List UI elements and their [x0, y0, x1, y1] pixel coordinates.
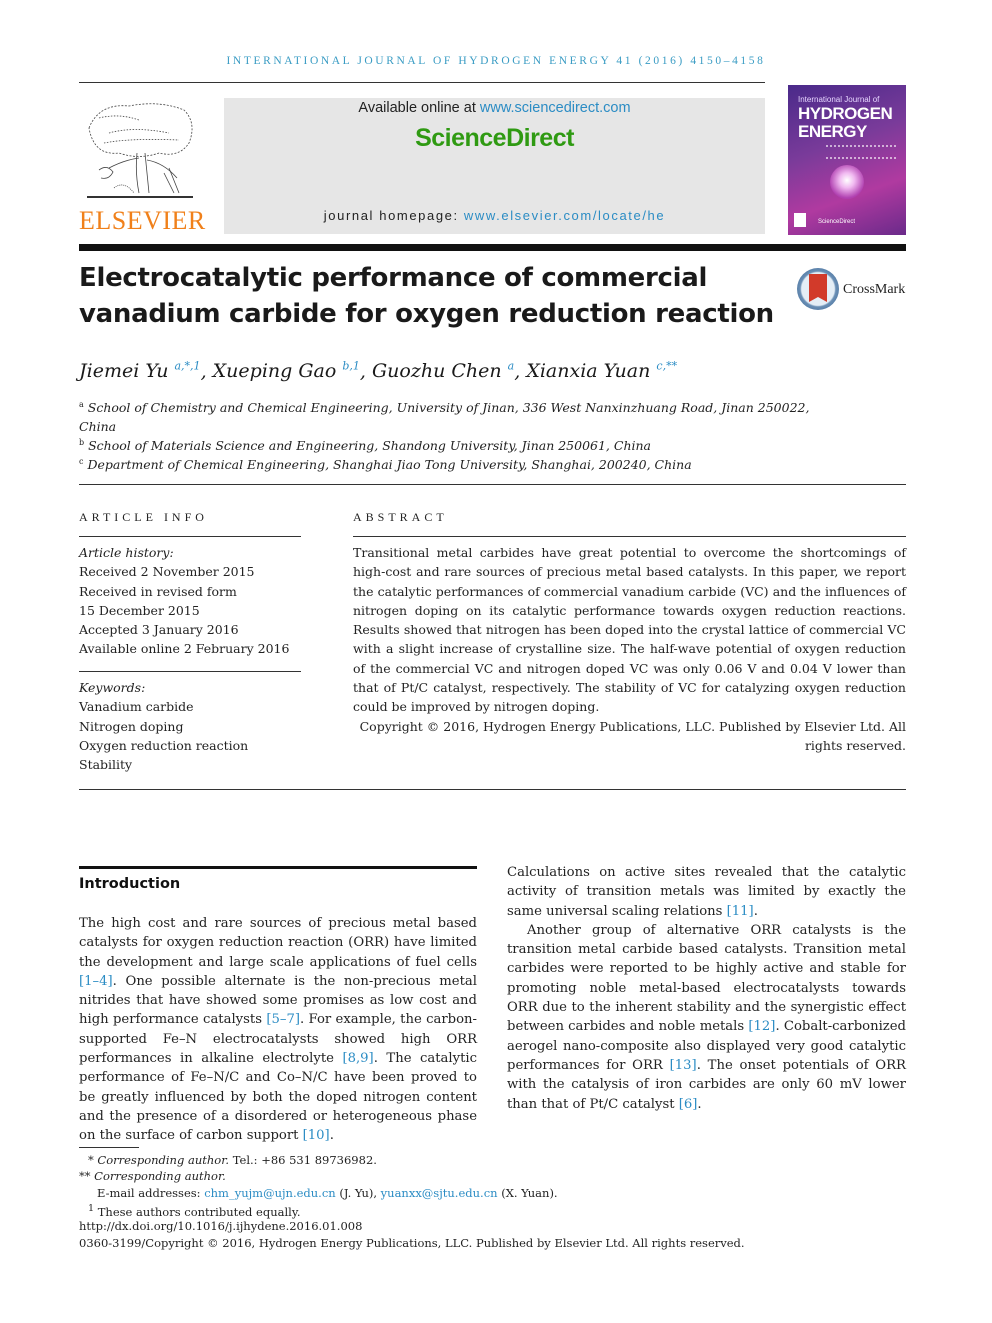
- available-online: Available online at www.sciencedirect.co…: [358, 100, 631, 116]
- article-info-heading: ARTICLE INFO: [79, 510, 208, 524]
- footnote-corresponding-1: * Corresponding author. Tel.: +86 531 89…: [88, 1153, 377, 1167]
- keyword: Vanadium carbide: [79, 699, 194, 715]
- footnote-rule: [79, 1147, 139, 1148]
- abstract: ABSTRACT Transitional metal carbides hav…: [353, 510, 906, 753]
- issn-copyright: 0360-3199/Copyright © 2016, Hydrogen Ene…: [79, 1236, 745, 1250]
- title-rule: [79, 244, 906, 251]
- paragraph: The high cost and rare sources of precio…: [79, 916, 477, 1144]
- journal-cover[interactable]: International Journal of HYDROGEN ENERGY…: [788, 85, 906, 235]
- abstract-text: Transitional metal carbides have great p…: [353, 545, 906, 715]
- history-item: 15 December 2015: [79, 602, 200, 618]
- citation-link[interactable]: [1–4]: [79, 974, 113, 989]
- email-link[interactable]: yuanxx@sjtu.edu.cn: [381, 1186, 498, 1200]
- author[interactable]: Xianxia Yuan c,**: [526, 360, 677, 382]
- author-list: Jiemei Yu a,*,1, Xueping Gao b,1, Guozhu…: [79, 360, 678, 383]
- abstract-bottom-rule: [79, 789, 906, 790]
- cover-journal-prefix: International Journal of: [798, 95, 880, 104]
- cover-sciencedirect: ScienceDirect: [818, 219, 856, 225]
- cover-orb-graphic: [830, 165, 864, 199]
- header-rule: [79, 82, 765, 83]
- cover-editors: [826, 145, 896, 159]
- introduction-right-column: Calculations on active sites revealed th…: [507, 863, 906, 1114]
- author[interactable]: Guozhu Chen a: [372, 360, 514, 382]
- doi-link[interactable]: http://dx.doi.org/10.1016/j.ijhydene.201…: [79, 1218, 362, 1235]
- citation-link[interactable]: [5–7]: [266, 1012, 300, 1027]
- info-rule: [79, 536, 301, 537]
- history-item: Available online 2 February 2016: [79, 641, 290, 657]
- cover-publisher-badge: [794, 213, 806, 227]
- keyword: Nitrogen doping: [79, 718, 184, 734]
- sciencedirect-logo[interactable]: ScienceDirect: [224, 124, 765, 153]
- crossmark-button[interactable]: CrossMark: [797, 268, 907, 310]
- citation-link[interactable]: [13]: [670, 1058, 697, 1073]
- paragraph: Calculations on active sites revealed th…: [507, 865, 906, 919]
- author[interactable]: Jiemei Yu a,*,1: [79, 360, 201, 382]
- elsevier-wordmark: ELSEVIER: [79, 206, 206, 235]
- history-label: Article history:: [79, 545, 174, 560]
- history-item: Accepted 3 January 2016: [79, 622, 239, 638]
- cover-journal-title: HYDROGEN ENERGY: [798, 104, 893, 141]
- abstract-heading: ABSTRACT: [353, 510, 448, 524]
- citation-link[interactable]: [8,9]: [342, 1051, 373, 1066]
- abstract-copyright: Copyright © 2016, Hydrogen Energy Public…: [359, 718, 906, 753]
- journal-homepage: journal homepage: www.elsevier.com/locat…: [323, 208, 666, 223]
- journal-homepage-link[interactable]: www.elsevier.com/locate/he: [464, 208, 665, 223]
- author[interactable]: Xueping Gao b,1: [213, 360, 360, 382]
- article-title: Electrocatalytic performance of commerci…: [79, 263, 774, 329]
- email-link[interactable]: chm_yujm@ujn.edu.cn: [204, 1186, 336, 1200]
- affiliation-a: a School of Chemistry and Chemical Engin…: [79, 400, 810, 435]
- history-item: Received in revised form: [79, 583, 237, 599]
- running-head: INTERNATIONAL JOURNAL OF HYDROGEN ENERGY…: [226, 55, 766, 67]
- citation-link[interactable]: [10]: [303, 1128, 330, 1143]
- keyword: Oxygen reduction reaction: [79, 737, 249, 753]
- tree-icon: [87, 103, 193, 198]
- footnote-corresponding-2: ** Corresponding author.: [79, 1169, 226, 1183]
- introduction-left-column: The high cost and rare sources of precio…: [79, 914, 477, 1146]
- keyword: Stability: [79, 757, 133, 773]
- elsevier-logo[interactable]: ELSEVIER: [79, 98, 206, 236]
- abstract-rule: [353, 536, 906, 537]
- article-info: ARTICLE INFO Article history: Received 2…: [79, 510, 301, 772]
- citation-link[interactable]: [11]: [727, 904, 754, 919]
- sciencedirect-banner: Available online at www.sciencedirect.co…: [224, 98, 765, 234]
- introduction-rule: [79, 866, 477, 869]
- keywords-label: Keywords:: [79, 680, 146, 695]
- history-item: Received 2 November 2015: [79, 564, 255, 580]
- footnote-emails: E-mail addresses: chm_yujm@ujn.edu.cn (J…: [97, 1186, 558, 1200]
- crossmark-label: CrossMark: [843, 282, 906, 297]
- affiliation-c: c Department of Chemical Engineering, Sh…: [79, 457, 692, 473]
- citation-link[interactable]: [6]: [679, 1097, 698, 1112]
- introduction-heading: Introduction: [79, 876, 181, 892]
- affiliation-rule: [79, 484, 906, 485]
- sciencedirect-link[interactable]: www.sciencedirect.com: [480, 100, 631, 116]
- info-rule: [79, 671, 301, 672]
- citation-link[interactable]: [12]: [748, 1019, 775, 1034]
- paragraph: Another group of alternative ORR catalys…: [507, 922, 907, 1112]
